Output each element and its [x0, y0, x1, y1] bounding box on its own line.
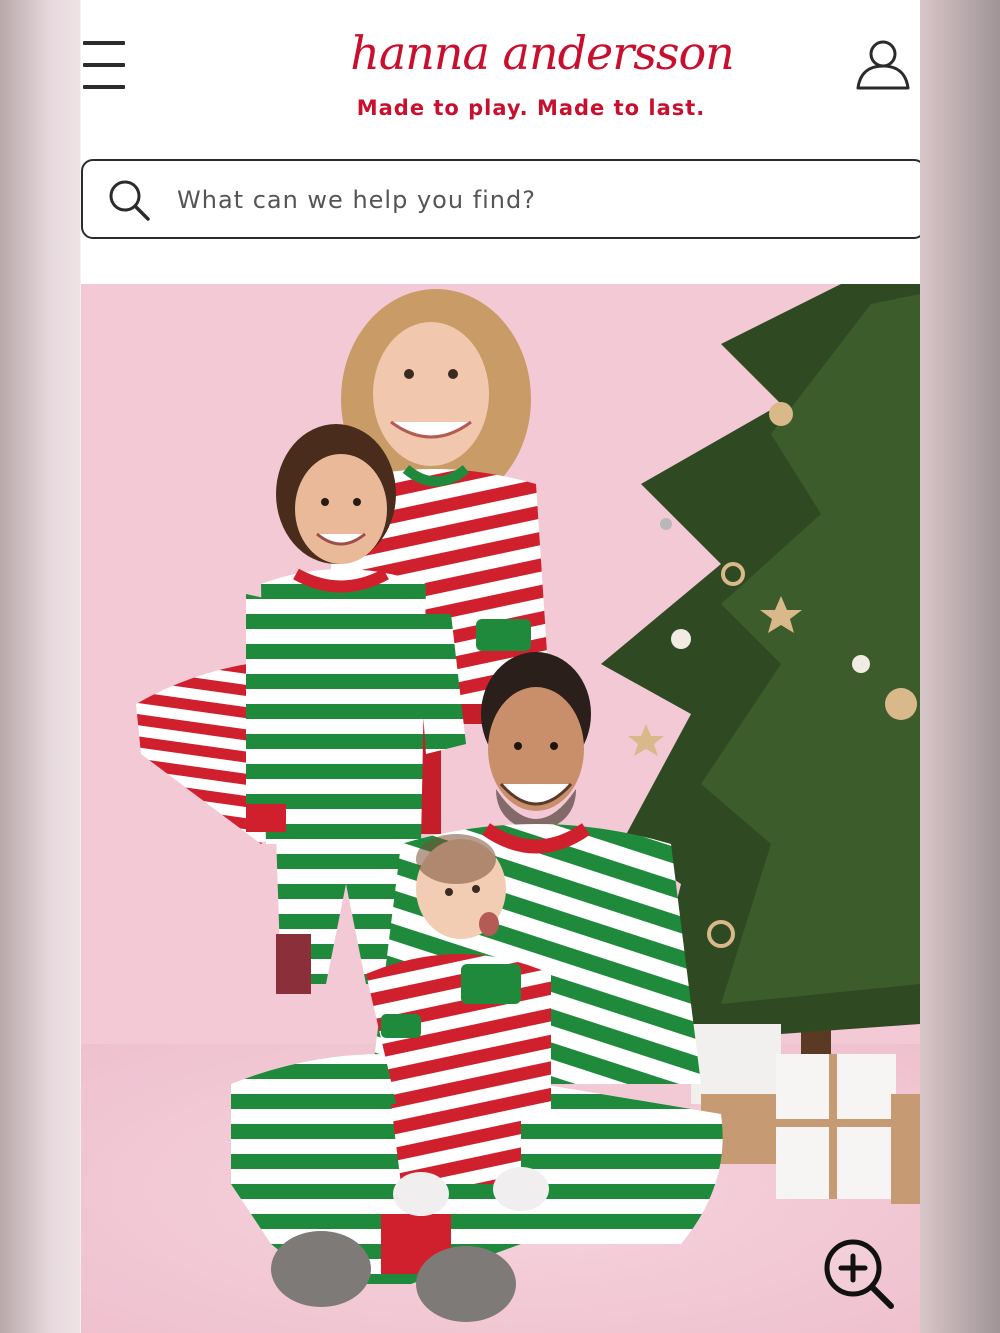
- menu-button[interactable]: [81, 38, 127, 92]
- search-input[interactable]: [177, 175, 877, 225]
- brand-logo[interactable]: hanna andersson: [347, 18, 737, 88]
- family-pajamas-photo: [81, 284, 920, 1333]
- site-header: hanna andersson Made to play. Made to la…: [81, 0, 920, 150]
- app-screen: hanna andersson Made to play. Made to la…: [81, 0, 920, 1333]
- zoom-in-icon: [824, 1239, 894, 1309]
- menu-icon-bar: [83, 63, 125, 67]
- menu-icon-bar: [83, 41, 125, 45]
- zoom-button[interactable]: [821, 1238, 901, 1318]
- user-account-icon: [856, 40, 910, 90]
- brand-tagline: Made to play. Made to last.: [356, 96, 706, 120]
- menu-icon-bar: [83, 85, 125, 89]
- hero-product-image[interactable]: [81, 284, 920, 1333]
- search-bar[interactable]: [81, 159, 920, 239]
- account-button[interactable]: [855, 36, 911, 92]
- search-icon[interactable]: [107, 178, 151, 222]
